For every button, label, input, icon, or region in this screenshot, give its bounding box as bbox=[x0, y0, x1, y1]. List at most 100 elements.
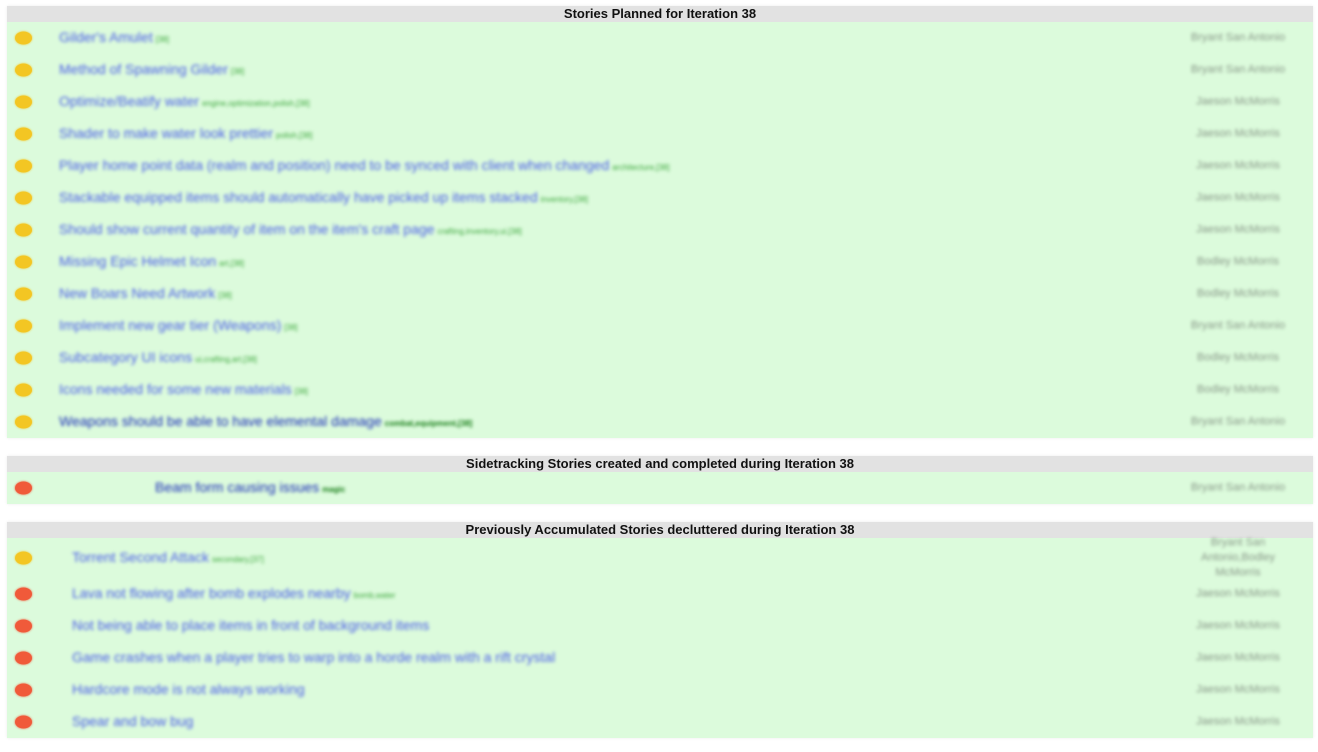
story-title-link[interactable]: Stackable equipped items should automati… bbox=[59, 189, 538, 205]
story[interactable]: Gilder's Amulet [38] bbox=[59, 29, 169, 47]
in-progress-status-icon bbox=[15, 127, 32, 141]
story[interactable]: New Boars Need Artwork [38] bbox=[59, 285, 232, 303]
story[interactable]: Optimize/Beatify water engine,optimizatio… bbox=[59, 93, 310, 111]
story-row: Gilder's Amulet [38] Bryant San Antonio bbox=[7, 22, 1313, 54]
story-tags: architecture,[38] bbox=[612, 163, 670, 172]
story-owner: Bodley McMorris bbox=[1197, 351, 1279, 364]
story-row: Not being able to place items in front o… bbox=[7, 610, 1313, 642]
story[interactable]: Implement new gear tier (Weapons) [38] bbox=[59, 317, 298, 335]
story-title-link[interactable]: Lava not flowing after bomb explodes nea… bbox=[72, 585, 351, 601]
in-progress-status-icon bbox=[15, 383, 32, 397]
story[interactable]: Hardcore mode is not always working bbox=[72, 681, 308, 699]
story[interactable]: Beam form causing issues magic bbox=[155, 479, 345, 497]
sidetracking-stories-section: Sidetracking Stories created and complet… bbox=[7, 456, 1313, 504]
story[interactable]: Missing Epic Helmet Icon art,[38] bbox=[59, 253, 244, 271]
story-tags: crafting,inventory,ui,[38] bbox=[437, 227, 522, 236]
story-title-link[interactable]: Beam form causing issues bbox=[155, 479, 319, 495]
story-tags: secondary,[37] bbox=[211, 555, 264, 564]
bug-status-icon bbox=[15, 587, 32, 601]
story-title-link[interactable]: Hardcore mode is not always working bbox=[72, 681, 305, 697]
story[interactable]: Game crashes when a player tries to warp… bbox=[72, 649, 558, 667]
story-owner: Bryant San Antonio bbox=[1190, 31, 1286, 44]
story-title-link[interactable]: Game crashes when a player tries to warp… bbox=[72, 649, 555, 665]
in-progress-status-icon bbox=[15, 95, 32, 109]
story-title-link[interactable]: Player home point data (realm and positi… bbox=[59, 157, 609, 173]
story-title-link[interactable]: Torrent Second Attack bbox=[72, 549, 209, 565]
story[interactable]: Player home point data (realm and positi… bbox=[59, 157, 670, 175]
section-header: Previously Accumulated Stories declutter… bbox=[7, 522, 1313, 538]
story-title-link[interactable]: Subcategory UI icons bbox=[59, 349, 192, 365]
story-title-link[interactable]: Implement new gear tier (Weapons) bbox=[59, 317, 281, 333]
story-owner: Jaeson McMorris bbox=[1196, 191, 1280, 204]
story-row: Method of Spawning Gilder [38] Bryant San… bbox=[7, 54, 1313, 86]
story-owner: Bodley McMorris bbox=[1197, 383, 1279, 396]
story-title-link[interactable]: Icons needed for some new materials bbox=[59, 381, 292, 397]
story-owner: Jaeson McMorris bbox=[1196, 651, 1280, 664]
story-title-link[interactable]: Weapons should be able to have elemental… bbox=[59, 413, 382, 429]
story-row: Should show current quantity of item on … bbox=[7, 214, 1313, 246]
decluttered-stories-section: Previously Accumulated Stories declutter… bbox=[7, 522, 1313, 738]
story-title-link[interactable]: Shader to make water look prettier bbox=[59, 125, 273, 141]
story[interactable]: Subcategory UI icons ui,crafting,art,[38] bbox=[59, 349, 257, 367]
story-owner: Jaeson McMorris bbox=[1196, 683, 1280, 696]
story-title-link[interactable]: Gilder's Amulet bbox=[59, 29, 153, 45]
story-owner: Bryant San Antonio bbox=[1190, 63, 1286, 76]
story-tags: [38] bbox=[218, 291, 232, 300]
story-owner: Jaeson McMorris bbox=[1196, 223, 1280, 236]
story-title-link[interactable]: Optimize/Beatify water bbox=[59, 93, 199, 109]
story-list: Gilder's Amulet [38] Bryant San Antonio M… bbox=[7, 22, 1313, 438]
story[interactable]: Method of Spawning Gilder [38] bbox=[59, 61, 244, 79]
story-row: Beam form causing issues magic Bryant San… bbox=[7, 472, 1313, 504]
story-row: Torrent Second Attack secondary,[37] Brya… bbox=[7, 536, 1313, 579]
story-title-link[interactable]: Spear and bow bug bbox=[72, 713, 193, 729]
story[interactable]: Shader to make water look prettier polish… bbox=[59, 125, 312, 143]
story-tags: polish,[38] bbox=[276, 131, 313, 140]
story-owner: Jaeson McMorris bbox=[1196, 587, 1280, 600]
in-progress-status-icon bbox=[15, 31, 32, 45]
story-list: Beam form causing issues magic Bryant San… bbox=[7, 472, 1313, 504]
in-progress-status-icon bbox=[15, 551, 32, 565]
in-progress-status-icon bbox=[15, 319, 32, 333]
story[interactable]: Should show current quantity of item on … bbox=[59, 221, 522, 239]
bug-status-icon bbox=[15, 481, 32, 495]
in-progress-status-icon bbox=[15, 287, 32, 301]
story-title-link[interactable]: Should show current quantity of item on … bbox=[59, 221, 434, 237]
story-title-link[interactable]: New Boars Need Artwork bbox=[59, 285, 215, 301]
in-progress-status-icon bbox=[15, 415, 32, 429]
story-owner: Bryant San Antonio bbox=[1190, 415, 1286, 428]
story-tags: magic bbox=[322, 485, 346, 494]
story-owner: Bryant San Antonio,Bodley McMorris bbox=[1201, 536, 1275, 579]
story[interactable]: Torrent Second Attack secondary,[37] bbox=[72, 549, 264, 567]
story[interactable]: Spear and bow bug bbox=[72, 713, 196, 731]
story-tags: engine,optimization,polish,[38] bbox=[202, 99, 310, 108]
story[interactable]: Not being able to place items in front o… bbox=[72, 617, 432, 635]
story-row: Missing Epic Helmet Icon art,[38] Bodley … bbox=[7, 246, 1313, 278]
story-row: Shader to make water look prettier polish… bbox=[7, 118, 1313, 150]
story-row: Weapons should be able to have elemental… bbox=[7, 406, 1313, 438]
story-owner: Bodley McMorris bbox=[1197, 255, 1279, 268]
story-row: Stackable equipped items should automati… bbox=[7, 182, 1313, 214]
in-progress-status-icon bbox=[15, 159, 32, 173]
story-title-link[interactable]: Not being able to place items in front o… bbox=[72, 617, 429, 633]
story[interactable]: Icons needed for some new materials [38] bbox=[59, 381, 308, 399]
story-row: Implement new gear tier (Weapons) [38] Br… bbox=[7, 310, 1313, 342]
story-title-link[interactable]: Missing Epic Helmet Icon bbox=[59, 253, 216, 269]
story-tags: bomb,water bbox=[353, 591, 396, 600]
story-row: Icons needed for some new materials [38] … bbox=[7, 374, 1313, 406]
in-progress-status-icon bbox=[15, 63, 32, 77]
story[interactable]: Weapons should be able to have elemental… bbox=[59, 413, 472, 431]
story[interactable]: Lava not flowing after bomb explodes nea… bbox=[72, 585, 395, 603]
section-header: Stories Planned for Iteration 38 bbox=[7, 6, 1313, 22]
story-tags: [38] bbox=[284, 323, 298, 332]
story-list: Torrent Second Attack secondary,[37] Brya… bbox=[7, 536, 1313, 738]
story-tags: [38] bbox=[230, 67, 245, 76]
story-row: Hardcore mode is not always working Jaes… bbox=[7, 674, 1313, 706]
story-title-link[interactable]: Method of Spawning Gilder bbox=[59, 61, 228, 77]
story-tags: [38] bbox=[155, 35, 170, 44]
story-row: Spear and bow bug Jaeson McMorris bbox=[7, 706, 1313, 738]
story-owner: Jaeson McMorris bbox=[1196, 619, 1280, 632]
in-progress-status-icon bbox=[15, 351, 32, 365]
story-owner: Jaeson McMorris bbox=[1196, 715, 1280, 728]
story[interactable]: Stackable equipped items should automati… bbox=[59, 189, 588, 207]
in-progress-status-icon bbox=[15, 191, 32, 205]
